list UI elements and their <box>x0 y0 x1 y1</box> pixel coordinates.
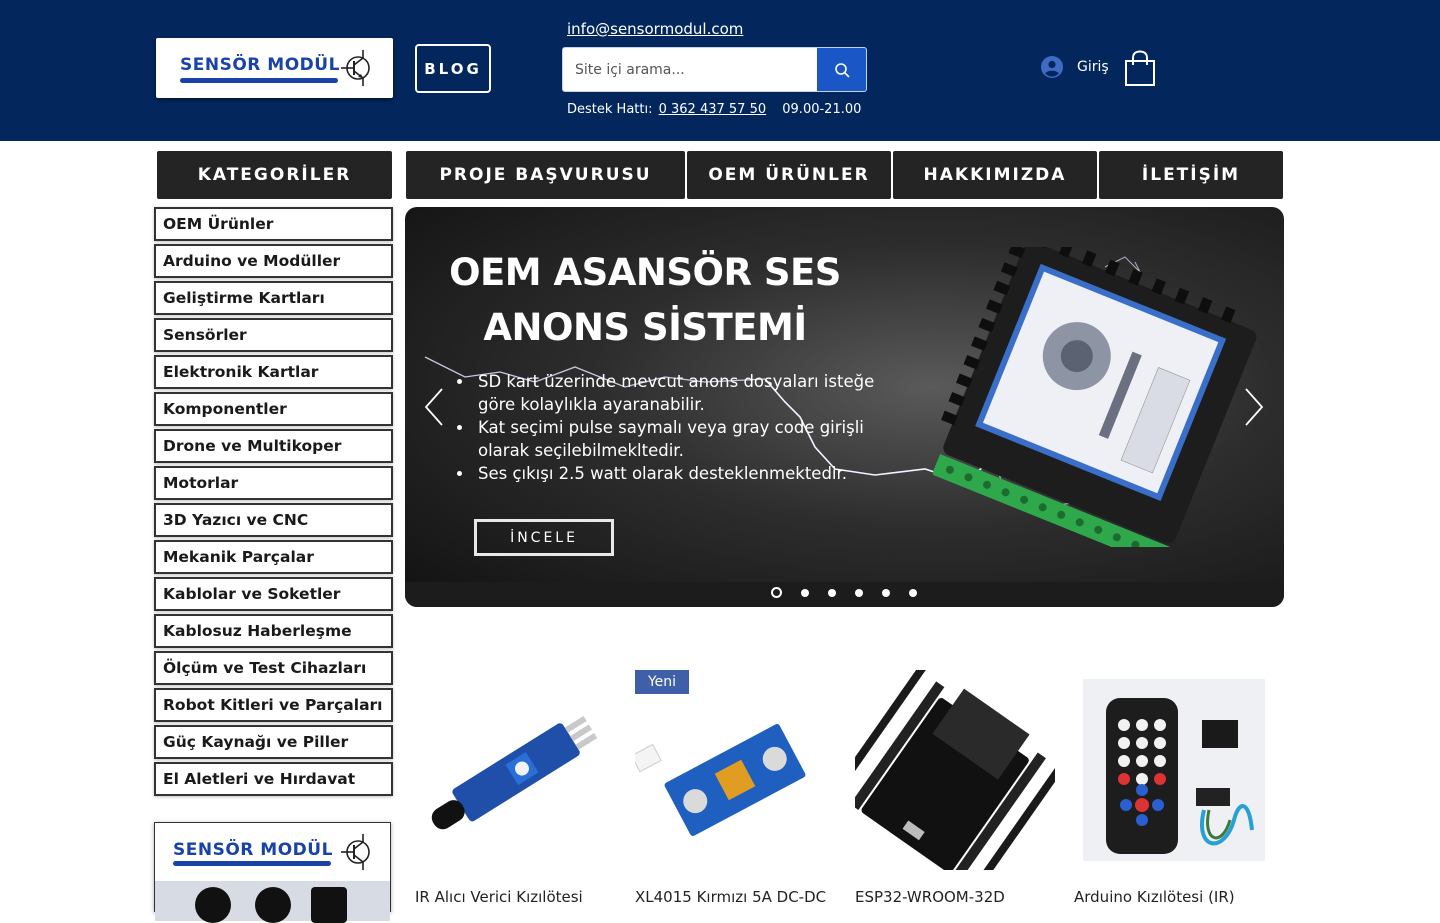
search-button[interactable] <box>817 48 866 91</box>
category-item[interactable]: Geliştirme Kartları <box>154 281 393 315</box>
search-input[interactable] <box>563 48 818 91</box>
social-strip <box>155 881 390 923</box>
category-item[interactable]: El Aletleri ve Hırdavat <box>154 762 393 796</box>
category-item[interactable]: Motorlar <box>154 466 393 500</box>
nav-categories[interactable]: KATEGORİLER <box>157 151 392 199</box>
category-item[interactable]: Sensörler <box>154 318 393 352</box>
product-name[interactable]: XL4015 Kırmızı 5A DC-DC <box>635 888 835 906</box>
user-icon <box>1041 56 1063 78</box>
transistor-icon <box>341 834 370 870</box>
chevron-left-icon[interactable] <box>423 387 445 427</box>
support-line: Destek Hattı: 0 362 437 57 50 09.00-21.0… <box>567 102 861 117</box>
instagram-icon[interactable] <box>195 887 231 923</box>
category-item[interactable]: Kablolar ve Soketler <box>154 577 393 611</box>
product-image <box>431 715 598 830</box>
support-label: Destek Hattı: <box>567 102 653 117</box>
product-image <box>635 724 806 836</box>
logo-text: SENSÖR MODÜL <box>180 55 340 75</box>
slider-bullet: Ses çıkışı 2.5 watt olarak desteklenmekt… <box>474 462 880 485</box>
category-item[interactable]: Drone ve Multikoper <box>154 429 393 463</box>
cart-icon[interactable] <box>1124 50 1156 87</box>
category-item[interactable]: Ölçüm ve Test Cihazları <box>154 651 393 685</box>
support-phone-link[interactable]: 0 362 437 57 50 <box>659 102 767 117</box>
slider-title: OEM ASANSÖR SES ANONS SİSTEMİ <box>405 245 885 355</box>
search-icon <box>834 62 849 77</box>
product-name[interactable]: IR Alıcı Verici Kızılötesi <box>415 888 615 906</box>
slider-title-line2: ANONS SİSTEMİ <box>483 306 807 349</box>
slider-dot[interactable] <box>771 587 782 598</box>
support-hours: 09.00-21.00 <box>782 102 862 117</box>
slider-bullet: Kat seçimi pulse saymalı veya gray code … <box>474 416 880 462</box>
sidebar-logo: SENSÖR MODÜL <box>154 822 391 923</box>
nav-oem[interactable]: OEM ÜRÜNLER <box>687 151 891 199</box>
login-button[interactable]: Giriş <box>1041 56 1109 78</box>
transistor-icon <box>341 50 370 86</box>
category-item[interactable]: Robot Kitleri ve Parçaları <box>154 688 393 722</box>
category-item[interactable]: Kablosuz Haberleşme <box>154 614 393 648</box>
sidebar-logo-text: SENSÖR MODÜL <box>173 840 333 860</box>
login-label: Giriş <box>1077 59 1109 75</box>
search-box <box>562 47 867 92</box>
nav-project[interactable]: PROJE BAŞVURUSU <box>406 151 685 199</box>
slider-dot[interactable] <box>801 588 809 597</box>
site-header: SENSÖR MODÜL BLOG info@sensormodul.com D… <box>0 0 1440 141</box>
blog-button[interactable]: BLOG <box>415 44 491 93</box>
sidebar-logo-underline <box>173 861 331 866</box>
slider-dot[interactable] <box>855 588 863 597</box>
logo-underline <box>180 78 338 83</box>
site-logo[interactable]: SENSÖR MODÜL <box>156 38 393 98</box>
slider-pagination <box>771 587 917 598</box>
product-image <box>855 670 1055 870</box>
product-name[interactable]: Arduino Kızılötesi (IR) <box>1074 888 1274 906</box>
slider-bullets: SD kart üzerinde mevcut anons dosyaları … <box>460 370 880 485</box>
nav-contact[interactable]: İLETİŞİM <box>1099 151 1283 199</box>
product-board-image <box>933 247 1257 547</box>
category-item[interactable]: Arduino ve Modüller <box>154 244 393 278</box>
linkedin-icon[interactable] <box>311 887 347 923</box>
new-badge: Yeni <box>635 670 689 694</box>
product-image <box>1083 679 1265 861</box>
slider-dot[interactable] <box>828 588 836 597</box>
incele-button[interactable]: İNCELE <box>474 519 614 556</box>
category-item[interactable]: Mekanik Parçalar <box>154 540 393 574</box>
email-link[interactable]: info@sensormodul.com <box>567 20 743 38</box>
chevron-right-icon[interactable] <box>1243 387 1265 427</box>
slider-dot[interactable] <box>882 588 890 597</box>
slider-title-line1: OEM ASANSÖR SES <box>449 251 841 294</box>
slider-bullet: SD kart üzerinde mevcut anons dosyaları … <box>474 370 880 416</box>
slider-dot[interactable] <box>909 588 917 597</box>
category-item[interactable]: 3D Yazıcı ve CNC <box>154 503 393 537</box>
category-item[interactable]: Komponentler <box>154 392 393 426</box>
product-name[interactable]: ESP32-WROOM-32D <box>855 888 1055 906</box>
facebook-icon[interactable] <box>255 887 291 923</box>
category-item[interactable]: Güç Kaynağı ve Piller <box>154 725 393 759</box>
hero-slider: OEM ASANSÖR SES ANONS SİSTEMİ SD kart üz… <box>405 207 1284 607</box>
category-item[interactable]: Elektronik Kartlar <box>154 355 393 389</box>
nav-about[interactable]: HAKKIMIZDA <box>893 151 1097 199</box>
category-item[interactable]: OEM Ürünler <box>154 207 393 241</box>
